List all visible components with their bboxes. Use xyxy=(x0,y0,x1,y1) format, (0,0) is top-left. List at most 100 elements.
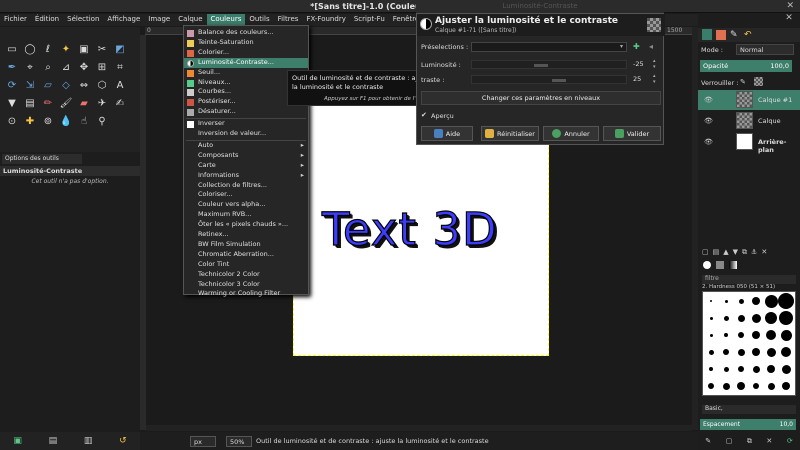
brush-preview[interactable] xyxy=(709,316,713,320)
spacing-slider[interactable]: Espacement 10,0 xyxy=(700,419,796,430)
brush-preview[interactable] xyxy=(752,348,760,356)
heal-icon[interactable]: ✚ xyxy=(22,113,38,129)
brush-preview[interactable] xyxy=(766,347,776,357)
colors-menu-item[interactable]: Balance des couleurs... xyxy=(184,28,308,38)
layer-group-icon[interactable]: ▤ xyxy=(713,248,720,256)
colors-menu-item[interactable]: Inverser xyxy=(184,119,308,129)
menu-fichier[interactable]: Fichier xyxy=(0,14,31,26)
raise-layer-icon[interactable]: ▲ xyxy=(723,248,728,256)
gradient-icon[interactable]: ▤ xyxy=(22,95,38,111)
bucket-fill-icon[interactable]: ▼ xyxy=(4,95,20,111)
text-tool-icon[interactable]: A xyxy=(112,77,128,93)
brush-preview[interactable] xyxy=(737,348,745,356)
colors-menu-item[interactable]: Collection de filtres... xyxy=(184,181,308,191)
anchor-layer-icon[interactable]: ⚓ xyxy=(751,248,757,256)
brush-preview[interactable] xyxy=(764,294,778,308)
brush-preview[interactable] xyxy=(738,298,744,304)
colors-menu-item[interactable]: Retinex... xyxy=(184,230,308,240)
brush-preview[interactable] xyxy=(737,382,745,390)
shear-icon[interactable]: ▱ xyxy=(40,77,56,93)
perspective-clone-icon[interactable]: ⊚ xyxy=(40,113,56,129)
brush-preview[interactable] xyxy=(710,300,712,302)
colors-menu-item[interactable]: Technicolor 3 Color xyxy=(184,280,308,290)
tab-layers-icon[interactable] xyxy=(702,29,712,40)
colors-menu-item[interactable]: Couleur vers alpha... xyxy=(184,200,308,210)
presets-combo[interactable]: ▾ xyxy=(471,42,627,52)
brush-preview[interactable] xyxy=(779,311,793,325)
brush-preview[interactable] xyxy=(709,367,713,371)
brush-preview[interactable] xyxy=(765,312,777,324)
cancel-button[interactable]: Annuler xyxy=(543,126,599,141)
colors-menu-item[interactable]: Carte ▸ xyxy=(184,161,308,171)
zoom-icon[interactable]: ⌕ xyxy=(40,59,56,75)
tab-gradients-icon[interactable] xyxy=(729,261,737,269)
colors-menu-item[interactable]: Colorier... xyxy=(184,48,308,58)
brush-preview[interactable] xyxy=(737,314,745,322)
crop-icon[interactable]: ⌗ xyxy=(112,59,128,75)
menu-image[interactable]: Image xyxy=(144,14,174,26)
brush-preview[interactable] xyxy=(724,333,728,337)
mode-select[interactable]: Normal xyxy=(736,44,794,55)
tab-patterns-icon[interactable] xyxy=(716,261,724,269)
colors-menu-item[interactable]: Luminosité-Contraste... xyxy=(184,57,308,68)
contrast-slider[interactable] xyxy=(471,75,627,84)
brush-preview[interactable] xyxy=(767,382,775,390)
brush-grid[interactable] xyxy=(702,291,796,396)
dodge-burn-icon[interactable]: ⚲ xyxy=(94,113,110,129)
tab-paths-icon[interactable]: ✎ xyxy=(730,30,738,40)
brush-preview[interactable] xyxy=(752,365,760,373)
color-select-icon[interactable]: ▣ xyxy=(76,41,92,57)
brush-preview[interactable] xyxy=(724,299,728,303)
brush-preview[interactable] xyxy=(780,329,792,341)
menu-selection[interactable]: Sélection xyxy=(63,14,103,26)
airbrush-icon[interactable]: ✈ xyxy=(94,95,110,111)
rect-select-icon[interactable]: ▭ xyxy=(4,41,20,57)
brush-preview[interactable] xyxy=(708,383,714,389)
smudge-icon[interactable]: ☝ xyxy=(76,113,92,129)
menu-edition[interactable]: Édition xyxy=(31,14,63,26)
color-picker-icon[interactable]: ⌖ xyxy=(22,59,38,75)
delete-brush-icon[interactable]: ✕ xyxy=(766,437,772,445)
free-select-icon[interactable]: ℓ xyxy=(40,41,56,57)
colors-menu-item[interactable]: BW Film Simulation xyxy=(184,240,308,250)
blur-icon[interactable]: 💧 xyxy=(58,113,74,129)
brush-preview[interactable] xyxy=(751,313,761,323)
brightness-slider[interactable] xyxy=(471,60,627,69)
ok-button[interactable]: Valider xyxy=(603,126,661,141)
refresh-brushes-icon[interactable]: ⟳ xyxy=(787,437,793,445)
reset-options-icon[interactable]: ↺ xyxy=(119,436,127,446)
layer-row[interactable]: 👁 Calque xyxy=(698,111,800,131)
zoom-select[interactable]: 50% xyxy=(226,435,252,447)
delete-layer-icon[interactable]: ✕ xyxy=(761,248,767,256)
colors-menu-item[interactable]: Maximum RVB... xyxy=(184,210,308,220)
contrast-slider-handle[interactable] xyxy=(551,79,566,82)
colors-menu-item[interactable]: Inversion de valeur... xyxy=(184,129,308,139)
eraser-icon[interactable]: ▰ xyxy=(76,95,92,111)
flip-icon[interactable]: ⇔ xyxy=(76,77,92,93)
unit-select[interactable]: px xyxy=(190,435,216,447)
colors-menu-item[interactable]: Chromatic Aberration... xyxy=(184,250,308,260)
ellipse-select-icon[interactable]: ◯ xyxy=(22,41,38,57)
move-icon[interactable]: ✥ xyxy=(76,59,92,75)
fuzzy-select-icon[interactable]: ✦ xyxy=(58,41,74,57)
tab-channels-icon[interactable] xyxy=(716,30,726,40)
clone-icon[interactable]: ⊙ xyxy=(4,113,20,129)
perspective-icon[interactable]: ◇ xyxy=(58,77,74,93)
restore-options-icon[interactable]: ▤ xyxy=(49,436,58,446)
pencil-icon[interactable]: ✏ xyxy=(40,95,56,111)
preset-menu-icon[interactable]: ◂ xyxy=(649,42,653,51)
brush-preview[interactable] xyxy=(723,315,729,321)
duplicate-layer-icon[interactable]: ⧉ xyxy=(742,248,747,257)
edit-as-levels-button[interactable]: Changer ces paramètres en niveaux xyxy=(421,91,661,105)
new-layer-icon[interactable]: ▢ xyxy=(702,248,709,256)
visibility-eye-icon[interactable]: 👁 xyxy=(704,117,713,125)
tab-undo-icon[interactable]: ↶ xyxy=(744,30,752,40)
close-icon[interactable]: ✕ xyxy=(786,1,794,11)
paintbrush-icon[interactable]: 🖌 xyxy=(58,95,74,111)
brush-preview[interactable] xyxy=(766,330,776,340)
brush-preview[interactable] xyxy=(782,382,790,390)
brush-preview[interactable] xyxy=(722,382,730,390)
lock-alpha-icon[interactable] xyxy=(754,77,763,86)
horizontal-scrollbar[interactable] xyxy=(146,425,692,431)
colors-menu-item[interactable]: Composants ▸ xyxy=(184,151,308,161)
